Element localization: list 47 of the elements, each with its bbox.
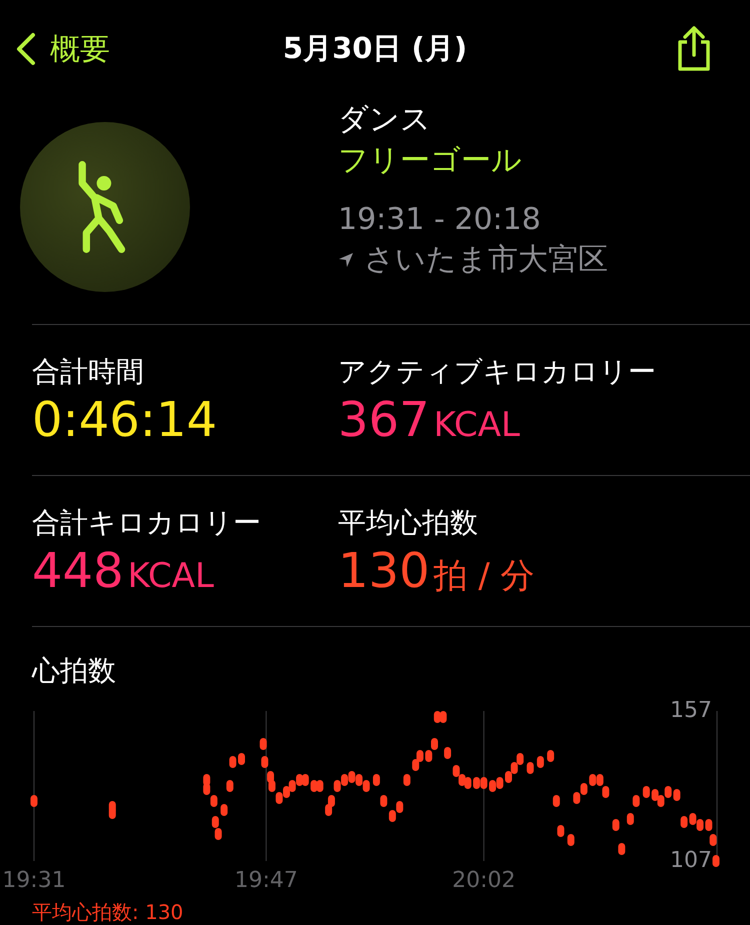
metric-label: 合計時間	[32, 354, 145, 390]
chevron-icon	[16, 32, 36, 66]
heart-rate-point	[567, 834, 574, 846]
metric-label: 合計キロカロリー	[32, 505, 262, 541]
heart-rate-point	[612, 819, 620, 831]
heart-rate-point	[712, 855, 720, 867]
heart-rate-point	[226, 780, 234, 792]
heart-rate-point	[632, 795, 640, 807]
heart-rate-point	[444, 747, 452, 759]
metric-value: 367 KCAL	[338, 391, 522, 450]
heart-rate-point	[260, 738, 267, 750]
heart-rate-point	[642, 786, 650, 798]
heart-rate-point	[238, 753, 245, 765]
heart-rate-point	[710, 834, 717, 846]
time-axis-label: 19:31	[2, 868, 66, 893]
heart-rate-point	[552, 795, 560, 807]
average-heart-rate: 平均心拍数: 130	[32, 899, 184, 925]
metric-value: 130 拍 / 分	[338, 542, 536, 601]
heart-rate-point	[30, 795, 38, 807]
workout-goal: フリーゴール	[338, 142, 523, 180]
heart-rate-point	[547, 750, 554, 762]
date-title: 5月30日 (月)	[282, 30, 468, 67]
heart-rate-point	[626, 813, 634, 825]
bpm-axis-label: 107	[670, 848, 712, 874]
metric-label: アクティブキロカロリー	[338, 354, 657, 390]
heart-rate-point	[372, 774, 380, 786]
bpm-axis-label: 157	[670, 698, 712, 724]
heart-rate-point	[229, 756, 236, 768]
workout-location: さいたま市大宮区	[364, 241, 608, 279]
workout-time: 19:31 - 20:18	[338, 201, 542, 239]
heart-rate-point	[536, 756, 544, 768]
workout-type: ダンス	[338, 101, 432, 139]
metric-label: 平均心拍数	[338, 505, 479, 541]
heart-rate-point	[557, 825, 564, 837]
heart-rate-point	[526, 762, 534, 774]
metric-value: 0:46:14	[32, 391, 218, 449]
chart-title: 心拍数	[32, 653, 116, 689]
time-axis-label: 20:02	[452, 868, 516, 893]
location-icon	[338, 252, 354, 268]
heart-rate-point	[380, 795, 388, 807]
heart-rate-point	[220, 804, 228, 816]
time-axis-label: 19:47	[234, 868, 298, 893]
heart-rate-point	[261, 756, 268, 768]
metric-value: 448 KCAL	[32, 542, 216, 601]
heart-rate-point	[403, 774, 410, 786]
back-button[interactable]: 概要	[16, 28, 110, 70]
heart-rate-point	[618, 843, 626, 855]
